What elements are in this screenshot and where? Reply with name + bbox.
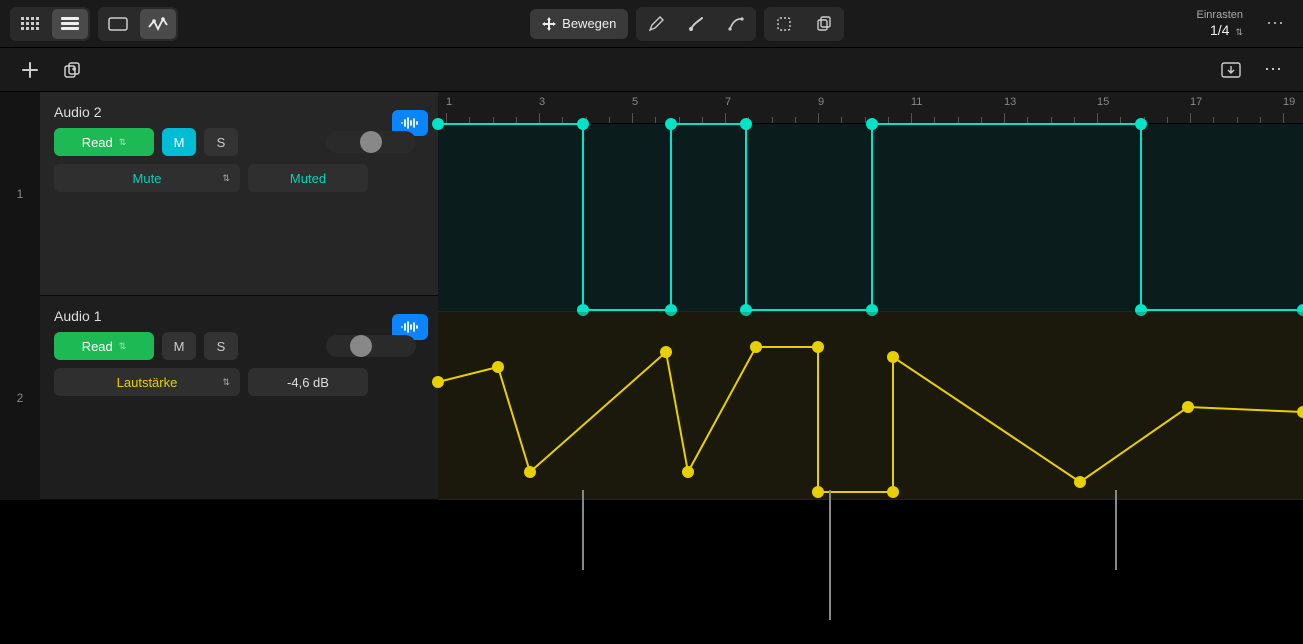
track-header[interactable]: Audio 2 Read⇅ M S Mute⇅ Muted (40, 92, 438, 296)
selection-tools-group (764, 7, 844, 41)
callout-line (1115, 490, 1117, 570)
ruler-mark: 5 (632, 96, 638, 108)
track-more-button[interactable]: ⋯ (1259, 56, 1287, 84)
solo-button[interactable]: S (204, 128, 238, 156)
grid-view-button[interactable] (12, 9, 48, 39)
chevron-updown-icon: ⇅ (222, 377, 230, 388)
automation-value[interactable]: Muted (248, 164, 368, 192)
move-tool-button[interactable]: Bewegen (530, 9, 628, 39)
automation-point[interactable] (887, 351, 899, 363)
display-mode-group (98, 7, 178, 41)
automation-curve[interactable] (438, 124, 1303, 311)
automation-point[interactable] (432, 376, 444, 388)
automation-point[interactable] (577, 118, 589, 130)
automation-lane[interactable] (438, 124, 1303, 312)
solo-button[interactable]: S (204, 332, 238, 360)
chevron-updown-icon: ⇅ (1235, 27, 1243, 37)
automation-view-button[interactable] (140, 9, 176, 39)
track-number: 1 (0, 92, 40, 296)
region-view-button[interactable] (100, 9, 136, 39)
ruler-mark: 15 (1097, 96, 1109, 108)
chevron-updown-icon: ⇅ (119, 137, 127, 148)
automation-point[interactable] (750, 341, 762, 353)
callout-line (582, 490, 584, 570)
ruler-mark: 7 (725, 96, 731, 108)
automation-point[interactable] (432, 118, 444, 130)
slider-knob[interactable] (360, 131, 382, 153)
waveform-icon (400, 320, 420, 334)
automation-param-select[interactable]: Mute⇅ (54, 164, 240, 192)
ruler-mark: 13 (1004, 96, 1016, 108)
automation-point[interactable] (812, 341, 824, 353)
automation-point[interactable] (1182, 401, 1194, 413)
track-header-toolbar: ⋯ (0, 48, 1303, 92)
volume-slider[interactable] (326, 131, 416, 153)
track-headers: 1 2 Audio 2 Read⇅ M S Mute⇅ Muted (0, 92, 438, 500)
automation-point[interactable] (1297, 406, 1303, 418)
chevron-updown-icon: ⇅ (119, 341, 127, 352)
snap-control[interactable]: Einrasten 1/4 ⇅ (1197, 9, 1249, 39)
snap-title: Einrasten (1197, 9, 1243, 22)
waveform-icon (400, 116, 420, 130)
ruler-mark: 3 (539, 96, 545, 108)
automation-point[interactable] (866, 118, 878, 130)
automation-value[interactable]: -4,6 dB (248, 368, 368, 396)
ruler-mark: 17 (1190, 96, 1202, 108)
edit-tools-group (636, 7, 756, 41)
track-numbers: 1 2 (0, 92, 40, 500)
snap-value: 1/4 (1210, 22, 1229, 38)
list-view-button[interactable] (52, 9, 88, 39)
automation-lane[interactable] (438, 312, 1303, 500)
automation-point[interactable] (665, 118, 677, 130)
mute-button[interactable]: M (162, 332, 196, 360)
automation-point[interactable] (1074, 476, 1086, 488)
track-header[interactable]: Audio 1 Read⇅ M S Lautstärke⇅ -4,6 dB (40, 296, 438, 500)
main-toolbar: Bewegen Einrasten 1/4 ⇅ ⋯ (0, 0, 1303, 48)
view-mode-group (10, 7, 90, 41)
more-menu-button[interactable]: ⋯ (1257, 9, 1293, 39)
move-icon (542, 17, 556, 31)
pencil-tool-button[interactable] (638, 9, 674, 39)
automation-curve[interactable] (438, 312, 1303, 499)
curve-tool-button[interactable] (718, 9, 754, 39)
mute-button[interactable]: M (162, 128, 196, 156)
track-number: 2 (0, 296, 40, 500)
callout-line (829, 490, 831, 620)
add-track-button[interactable] (16, 56, 44, 84)
brush-tool-button[interactable] (678, 9, 714, 39)
marquee-tool-button[interactable] (766, 9, 802, 39)
callout-lines (0, 500, 1303, 644)
duplicate-track-button[interactable] (58, 56, 86, 84)
automation-point[interactable] (812, 486, 824, 498)
copy-tool-button[interactable] (806, 9, 842, 39)
automation-point[interactable] (492, 361, 504, 373)
slider-knob[interactable] (350, 335, 372, 357)
volume-slider[interactable] (326, 335, 416, 357)
automation-mode-button[interactable]: Read⇅ (54, 128, 154, 156)
automation-mode-button[interactable]: Read⇅ (54, 332, 154, 360)
chevron-updown-icon: ⇅ (222, 173, 230, 184)
import-button[interactable] (1217, 56, 1245, 84)
automation-point[interactable] (1135, 118, 1147, 130)
timeline-area[interactable]: 135791113151719 (438, 92, 1303, 500)
main-area: 1 2 Audio 2 Read⇅ M S Mute⇅ Muted (0, 92, 1303, 500)
ruler-mark: 1 (446, 96, 452, 108)
automation-point[interactable] (524, 466, 536, 478)
automation-point[interactable] (660, 346, 672, 358)
automation-point[interactable] (887, 486, 899, 498)
automation-point[interactable] (682, 466, 694, 478)
automation-param-select[interactable]: Lautstärke⇅ (54, 368, 240, 396)
ruler-mark: 19 (1283, 96, 1295, 108)
track-name: Audio 1 (54, 308, 424, 324)
move-tool-label: Bewegen (562, 16, 616, 31)
ruler-mark: 9 (818, 96, 824, 108)
track-name: Audio 2 (54, 104, 424, 120)
ruler-mark: 11 (911, 96, 922, 108)
automation-point[interactable] (740, 118, 752, 130)
